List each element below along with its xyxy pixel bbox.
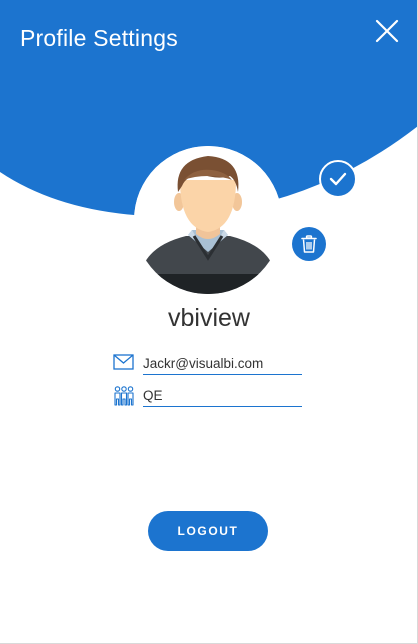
- check-icon: [329, 172, 347, 186]
- logout-button[interactable]: LOGOUT: [148, 511, 268, 551]
- page-title: Profile Settings: [20, 25, 178, 51]
- team-field[interactable]: [143, 386, 302, 407]
- people-icon: [114, 386, 134, 406]
- envelope-icon: [113, 354, 134, 370]
- trash-icon: [301, 235, 317, 253]
- email-field[interactable]: [143, 354, 302, 375]
- profile-settings-panel: Profile Settings vbiview Jackr@visualbi.…: [0, 0, 418, 644]
- user-avatar-illustration: [134, 146, 282, 294]
- avatar: [134, 146, 282, 294]
- close-icon: [375, 19, 399, 43]
- close-button[interactable]: [372, 16, 402, 46]
- username: vbiview: [168, 304, 250, 332]
- delete-photo-button[interactable]: [292, 227, 326, 261]
- save-button[interactable]: [319, 160, 357, 198]
